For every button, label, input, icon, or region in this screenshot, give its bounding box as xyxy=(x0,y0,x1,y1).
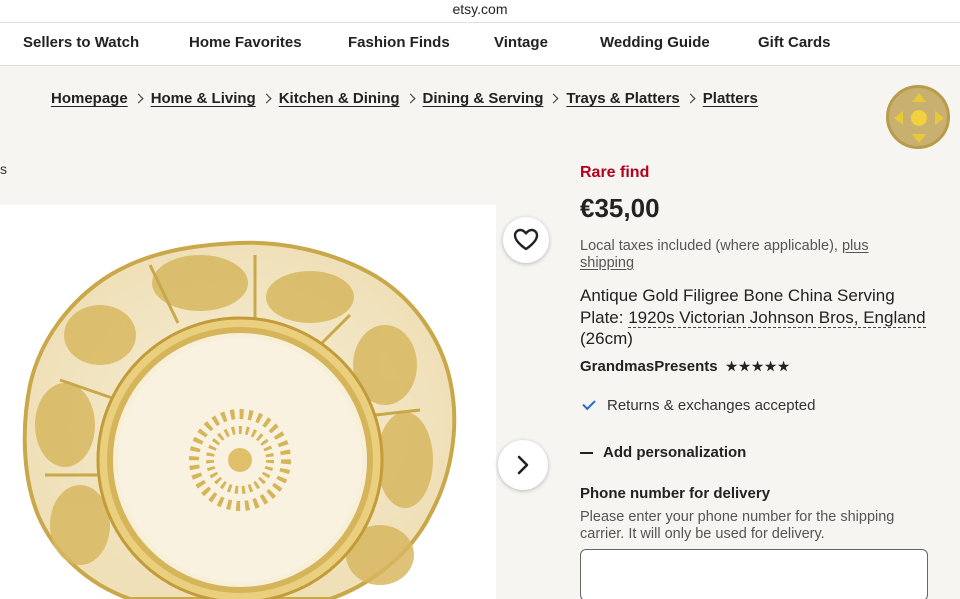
phone-help-text: Please enter your phone number for the s… xyxy=(580,509,895,542)
check-icon xyxy=(582,396,596,411)
browser-address-bar[interactable]: etsy.com xyxy=(0,0,960,22)
category-nav: Sellers to Watch Home Favorites Fashion … xyxy=(0,22,960,66)
title-part-3: (26cm) xyxy=(580,329,633,348)
chevron-right-icon xyxy=(685,93,696,104)
gallery-edge-text: s xyxy=(0,161,7,177)
tax-text: Local taxes included (where applicable), xyxy=(580,238,842,254)
rare-find-badge: Rare find xyxy=(580,164,650,181)
breadcrumb-homepage[interactable]: Homepage xyxy=(51,90,128,107)
chevron-right-icon xyxy=(261,93,272,104)
breadcrumb-trays-platters[interactable]: Trays & Platters xyxy=(566,90,679,107)
arrow-left-icon[interactable] xyxy=(894,111,903,125)
star-icon xyxy=(751,360,764,372)
nav-item-home-favorites[interactable]: Home Favorites xyxy=(189,34,302,51)
breadcrumb-platters[interactable]: Platters xyxy=(703,90,758,107)
breadcrumb-home-living[interactable]: Home & Living xyxy=(151,90,256,107)
joystick-center[interactable] xyxy=(911,110,927,126)
heart-icon xyxy=(513,228,539,251)
personalization-label: Add personalization xyxy=(603,444,747,461)
navigation-joystick-icon[interactable] xyxy=(886,85,950,149)
returns-info: Returns & exchanges accepted xyxy=(580,396,816,414)
title-highlight[interactable]: 1920s Victorian Johnson Bros, England xyxy=(628,307,926,328)
product-image[interactable] xyxy=(0,205,496,599)
plate-image xyxy=(22,240,457,599)
shop-info: GrandmasPresents xyxy=(580,358,791,375)
breadcrumb-kitchen-dining[interactable]: Kitchen & Dining xyxy=(279,90,400,107)
chevron-right-icon xyxy=(548,93,559,104)
star-icon xyxy=(725,360,738,372)
breadcrumb: Homepage Home & Living Kitchen & Dining … xyxy=(51,90,758,107)
breadcrumb-dining-serving[interactable]: Dining & Serving xyxy=(423,90,544,107)
chevron-right-icon xyxy=(133,93,144,104)
star-icon xyxy=(738,360,751,372)
url-text: etsy.com xyxy=(452,1,508,17)
favorite-button[interactable] xyxy=(503,217,549,263)
add-personalization-toggle[interactable]: Add personalization xyxy=(580,444,746,461)
arrow-down-icon[interactable] xyxy=(912,134,926,143)
arrow-right-icon[interactable] xyxy=(935,111,944,125)
chevron-right-icon xyxy=(517,455,529,475)
minus-icon xyxy=(580,451,593,454)
star-icon xyxy=(777,360,790,372)
product-price: €35,00 xyxy=(580,193,660,223)
nav-item-gift-cards[interactable]: Gift Cards xyxy=(758,34,831,51)
phone-label: Phone number for delivery xyxy=(580,485,771,502)
star-icon xyxy=(764,360,777,372)
nav-item-sellers-to-watch[interactable]: Sellers to Watch xyxy=(23,34,139,51)
arrow-up-icon[interactable] xyxy=(912,93,926,102)
nav-item-vintage[interactable]: Vintage xyxy=(494,34,548,51)
shop-name[interactable]: GrandmasPresents xyxy=(580,358,718,375)
returns-text: Returns & exchanges accepted xyxy=(607,397,816,414)
product-title: Antique Gold Filigree Bone China Serving… xyxy=(580,285,930,350)
next-image-button[interactable] xyxy=(498,440,548,490)
tax-info: Local taxes included (where applicable),… xyxy=(580,238,920,272)
phone-input[interactable] xyxy=(580,549,928,599)
nav-item-fashion-finds[interactable]: Fashion Finds xyxy=(348,34,450,51)
rating-stars[interactable] xyxy=(725,360,791,373)
chevron-right-icon xyxy=(405,93,415,104)
nav-item-wedding-guide[interactable]: Wedding Guide xyxy=(600,34,710,51)
